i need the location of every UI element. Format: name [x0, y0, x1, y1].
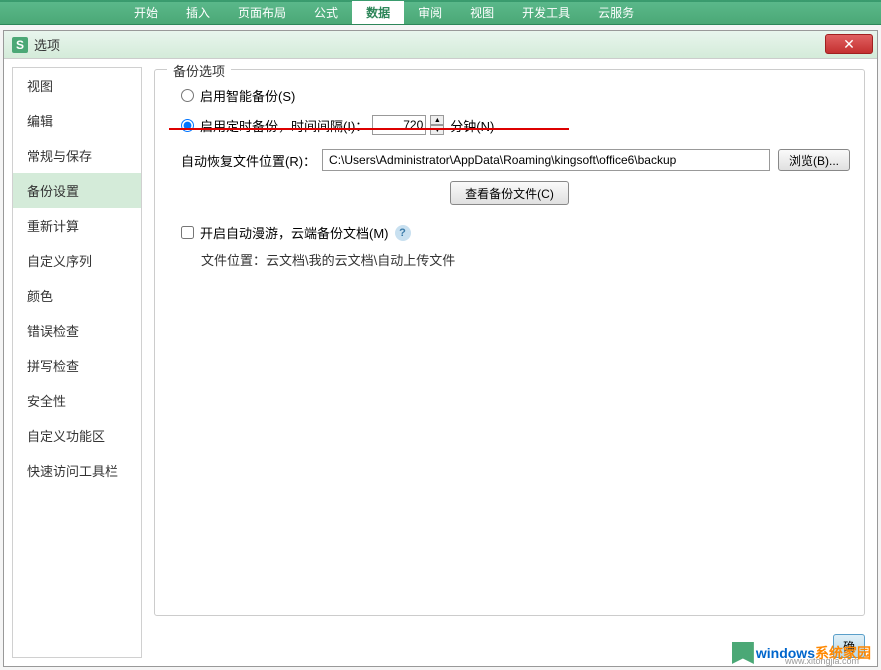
cloud-backup-checkbox[interactable] — [181, 226, 194, 239]
ribbon-tab-view[interactable]: 视图 — [456, 1, 508, 24]
sidebar-item-spell-check[interactable]: 拼写检查 — [13, 348, 141, 383]
spinner-down-icon[interactable]: ▼ — [430, 125, 444, 135]
timed-backup-label[interactable]: 启用定时备份，时间间隔(I)： — [200, 116, 368, 135]
cloud-path-value: 云文档\我的云文档\自动上传文件 — [266, 253, 455, 268]
smart-backup-row: 启用智能备份(S) — [169, 86, 850, 105]
spinner-up-icon[interactable]: ▲ — [430, 115, 444, 125]
sidebar-item-custom-ribbon[interactable]: 自定义功能区 — [13, 418, 141, 453]
close-button[interactable]: ✕ — [825, 34, 873, 54]
interval-spinner: ▲ ▼ — [430, 115, 444, 135]
sidebar-item-view[interactable]: 视图 — [13, 68, 141, 103]
dialog-body: 视图 编辑 常规与保存 备份设置 重新计算 自定义序列 颜色 错误检查 拼写检查… — [4, 59, 877, 666]
sidebar-item-error-check[interactable]: 错误检查 — [13, 313, 141, 348]
highlight-underline — [169, 128, 569, 130]
options-dialog: S 选项 ✕ 视图 编辑 常规与保存 备份设置 重新计算 自定义序列 颜色 错误… — [3, 30, 878, 667]
sidebar-item-quick-access[interactable]: 快速访问工具栏 — [13, 453, 141, 488]
ribbon-tab-formula[interactable]: 公式 — [300, 1, 352, 24]
dialog-title: 选项 — [34, 35, 869, 54]
sidebar-item-general-save[interactable]: 常规与保存 — [13, 138, 141, 173]
ribbon-tab-insert[interactable]: 插入 — [172, 1, 224, 24]
smart-backup-radio[interactable] — [181, 89, 194, 102]
cloud-path-text: 文件位置：云文档\我的云文档\自动上传文件 — [169, 250, 850, 269]
interval-input[interactable] — [372, 115, 426, 135]
ribbon-tab-start[interactable]: 开始 — [120, 1, 172, 24]
ribbon-tab-cloud[interactable]: 云服务 — [584, 1, 648, 24]
minutes-label: 分钟(N) — [450, 116, 494, 135]
recovery-path-label: 自动恢复文件位置(R)： — [181, 151, 316, 170]
backup-options-fieldset: 备份选项 启用智能备份(S) 启用定时备份，时间间隔(I)： ▲ ▼ 分钟(N) — [154, 69, 865, 616]
recovery-path-input[interactable] — [322, 149, 770, 171]
cloud-backup-label[interactable]: 开启自动漫游，云端备份文档(M) — [200, 223, 389, 242]
ribbon-tab-data[interactable]: 数据 — [352, 1, 404, 24]
timed-backup-row: 启用定时备份，时间间隔(I)： ▲ ▼ 分钟(N) — [169, 115, 850, 135]
view-backup-files-button[interactable]: 查看备份文件(C) — [450, 181, 569, 205]
dialog-footer: 确 — [833, 634, 865, 658]
ribbon-tab-review[interactable]: 审阅 — [404, 1, 456, 24]
help-icon[interactable]: ? — [395, 225, 411, 241]
backup-options-legend: 备份选项 — [167, 61, 231, 80]
ribbon-tabs: 开始 插入 页面布局 公式 数据 审阅 视图 开发工具 云服务 — [0, 2, 881, 24]
dialog-icon: S — [12, 37, 28, 53]
smart-backup-label[interactable]: 启用智能备份(S) — [200, 86, 295, 105]
browse-button[interactable]: 浏览(B)... — [778, 149, 850, 171]
dialog-titlebar: S 选项 ✕ — [4, 31, 877, 59]
ok-button[interactable]: 确 — [833, 634, 865, 658]
sidebar-item-edit[interactable]: 编辑 — [13, 103, 141, 138]
sidebar-item-recalc[interactable]: 重新计算 — [13, 208, 141, 243]
sidebar-item-security[interactable]: 安全性 — [13, 383, 141, 418]
recovery-path-row: 自动恢复文件位置(R)： 浏览(B)... — [169, 149, 850, 171]
sidebar-item-backup-settings[interactable]: 备份设置 — [13, 173, 141, 208]
ribbon-tab-devtools[interactable]: 开发工具 — [508, 1, 584, 24]
content-area: 备份选项 启用智能备份(S) 启用定时备份，时间间隔(I)： ▲ ▼ 分钟(N) — [142, 59, 877, 666]
sidebar-item-custom-lists[interactable]: 自定义序列 — [13, 243, 141, 278]
sidebar-item-color[interactable]: 颜色 — [13, 278, 141, 313]
sidebar: 视图 编辑 常规与保存 备份设置 重新计算 自定义序列 颜色 错误检查 拼写检查… — [12, 67, 142, 658]
cloud-path-label: 文件位置： — [201, 253, 266, 268]
cloud-backup-row: 开启自动漫游，云端备份文档(M) ? — [169, 223, 850, 242]
view-backup-row: 查看备份文件(C) — [169, 181, 850, 205]
ribbon-tab-pagelayout[interactable]: 页面布局 — [224, 1, 300, 24]
